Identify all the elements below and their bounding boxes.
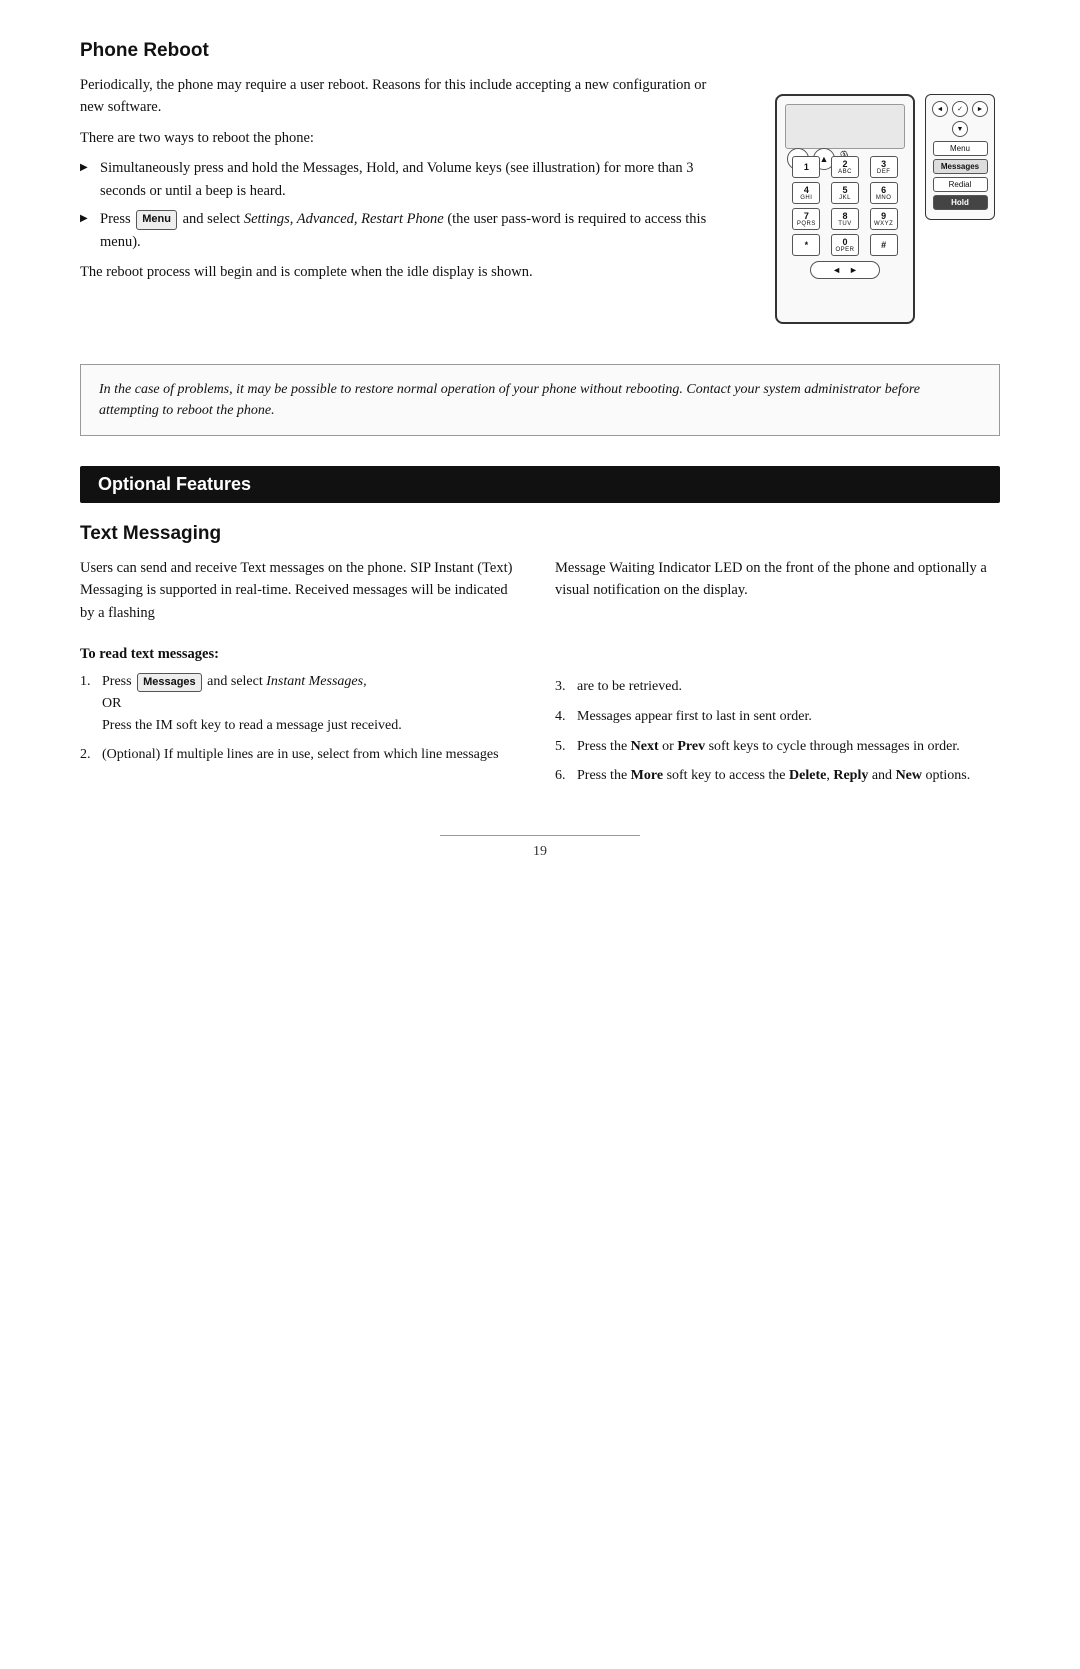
text-messaging-instructions: To read text messages: 1. Press Messages… <box>80 632 1000 795</box>
key-1: 1 <box>792 156 820 178</box>
keypad-row-4: * 0OPER # <box>787 234 903 256</box>
keypad-row-3: 7PQRS 8TUV 9WXYZ <box>787 208 903 230</box>
step-4-num: 4. <box>555 706 566 728</box>
phone-screen <box>785 104 905 149</box>
bullet-item-2: Press Menu and select Settings, Advanced… <box>80 208 710 253</box>
key-4: 4GHI <box>792 182 820 204</box>
phone-reboot-title: Phone Reboot <box>80 40 1000 62</box>
key-pound: # <box>870 234 898 256</box>
text-messaging-section: Text Messaging Users can send and receiv… <box>80 523 1000 795</box>
panel-nav-ok: ✓ <box>952 101 968 117</box>
bullet-item-1: Simultaneously press and hold the Messag… <box>80 157 710 202</box>
reboot-bullets: Simultaneously press and hold the Messag… <box>80 157 710 253</box>
key-3: 3DEF <box>870 156 898 178</box>
footer-divider <box>440 835 640 836</box>
note-text: In the case of problems, it may be possi… <box>99 382 920 418</box>
step-5: 5. Press the Next or Prev soft keys to c… <box>555 736 1000 758</box>
panel-nav-down-row: ▼ <box>930 121 990 137</box>
steps-list-right: 3. are to be retrieved. 4. Messages appe… <box>555 676 1000 787</box>
hold-side-btn: Hold <box>933 195 988 210</box>
reboot-outro: The reboot process will begin and is com… <box>80 261 710 283</box>
text-messaging-intro: Users can send and receive Text messages… <box>80 557 1000 632</box>
steps-list-left: 1. Press Messages and select Instant Mes… <box>80 671 525 766</box>
tm-steps-right: 3. are to be retrieved. 4. Messages appe… <box>555 632 1000 795</box>
key-7: 7PQRS <box>792 208 820 230</box>
phone-illustration-container: 🕿 🕿 🕿 ◄ ▲ ▼ 🎙 <box>740 74 1000 344</box>
step-1: 1. Press Messages and select Instant Mes… <box>80 671 525 736</box>
redial-side-btn: Redial <box>933 177 988 192</box>
press-label: Press <box>100 211 131 227</box>
keypad-row-2: 4GHI 5JKL 6MNO <box>787 182 903 204</box>
phone-reboot-section: Phone Reboot Periodically, the phone may… <box>80 40 1000 436</box>
keypad-row-1: 1 2ABC 3DEF <box>787 156 903 178</box>
step-3: 3. are to be retrieved. <box>555 676 1000 698</box>
key-9: 9WXYZ <box>870 208 898 230</box>
side-button-panel: ◄ ✓ ► ▼ Menu Messages Redial Hold <box>925 94 995 220</box>
step-6: 6. Press the More soft key to access the… <box>555 765 1000 787</box>
step-6-num: 6. <box>555 765 566 787</box>
panel-nav-arrows: ◄ ✓ ► <box>930 101 990 117</box>
intro-paragraph-1: Periodically, the phone may require a us… <box>80 74 710 119</box>
panel-nav-left: ◄ <box>932 101 948 117</box>
nav-bar: ◄ ► <box>810 261 880 279</box>
phone-reboot-content: Periodically, the phone may require a us… <box>80 74 1000 344</box>
phone-keypad: 1 2ABC 3DEF 4GHI 5JKL 6MNO 7PQRS 8TUV <box>787 156 903 279</box>
step-2-num: 2. <box>80 744 91 766</box>
intro-paragraph-2: There are two ways to reboot the phone: <box>80 127 710 149</box>
nav-right: ► <box>849 265 858 275</box>
tm-left-paragraph: Users can send and receive Text messages… <box>80 557 525 624</box>
step-1-press: Press <box>102 674 132 689</box>
step-4: 4. Messages appear first to last in sent… <box>555 706 1000 728</box>
phone-body: ◄ ▲ ▼ 🎙 1 2ABC 3DEF 4GHI <box>775 94 915 324</box>
messages-btn-inline: Messages <box>137 673 202 692</box>
phone-illustration: 🕿 🕿 🕿 ◄ ▲ ▼ 🎙 <box>745 74 995 344</box>
step-2: 2. (Optional) If multiple lines are in u… <box>80 744 525 766</box>
step-1-or: OR <box>102 696 121 711</box>
nav-bar-row: ◄ ► <box>787 261 903 279</box>
key-star: * <box>792 234 820 256</box>
step-1-and-select: and select Instant Messages, <box>207 674 366 689</box>
menu-button-inline: Menu <box>136 210 177 229</box>
key-8: 8TUV <box>831 208 859 230</box>
tm-intro-right: Message Waiting Indicator LED on the fro… <box>555 557 1000 632</box>
note-box: In the case of problems, it may be possi… <box>80 364 1000 436</box>
panel-nav-right: ► <box>972 101 988 117</box>
to-read-heading: To read text messages: <box>80 646 525 663</box>
menu-side-btn: Menu <box>933 141 988 156</box>
key-5: 5JKL <box>831 182 859 204</box>
step-1-num: 1. <box>80 671 91 693</box>
footer-page-number: 19 <box>80 844 1000 860</box>
key-6: 6MNO <box>870 182 898 204</box>
text-messaging-title: Text Messaging <box>80 523 1000 545</box>
tm-right-paragraph: Message Waiting Indicator LED on the fro… <box>555 557 1000 602</box>
step-1-im: Press the IM soft key to read a message … <box>102 718 402 733</box>
messages-side-btn: Messages <box>933 159 988 174</box>
key-2: 2ABC <box>831 156 859 178</box>
tm-intro-left: Users can send and receive Text messages… <box>80 557 525 632</box>
optional-features-banner: Optional Features <box>80 466 1000 503</box>
step-5-num: 5. <box>555 736 566 758</box>
phone-reboot-text: Periodically, the phone may require a us… <box>80 74 710 344</box>
key-0: 0OPER <box>831 234 859 256</box>
panel-nav-down: ▼ <box>952 121 968 137</box>
tm-steps-left: To read text messages: 1. Press Messages… <box>80 632 525 795</box>
nav-left: ◄ <box>832 265 841 275</box>
step-3-num: 3. <box>555 676 566 698</box>
